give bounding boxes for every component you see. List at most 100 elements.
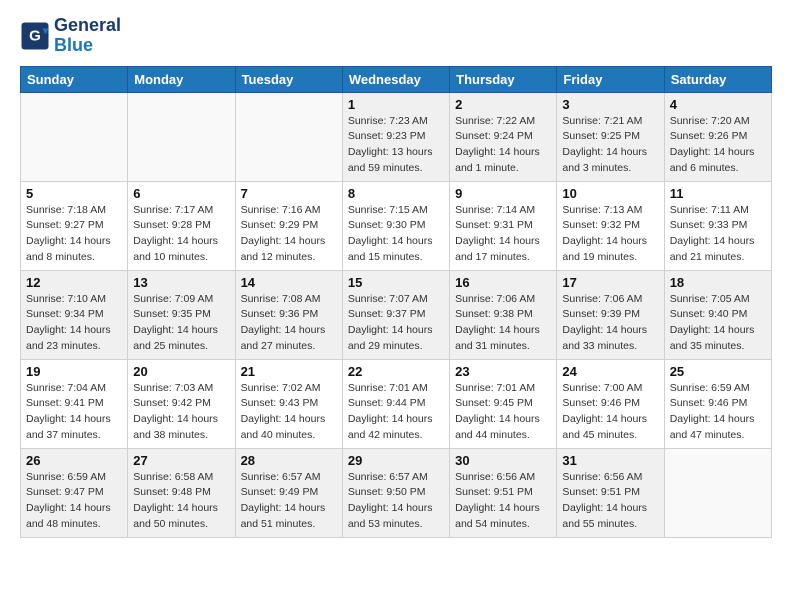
calendar-week-4: 19Sunrise: 7:04 AM Sunset: 9:41 PM Dayli…: [21, 359, 772, 448]
weekday-header-friday: Friday: [557, 66, 664, 92]
day-info: Sunrise: 7:22 AM Sunset: 9:24 PM Dayligh…: [455, 114, 551, 177]
calendar-cell: 28Sunrise: 6:57 AM Sunset: 9:49 PM Dayli…: [235, 448, 342, 537]
day-info: Sunrise: 6:58 AM Sunset: 9:48 PM Dayligh…: [133, 470, 229, 533]
day-info: Sunrise: 7:01 AM Sunset: 9:44 PM Dayligh…: [348, 381, 444, 444]
weekday-header-sunday: Sunday: [21, 66, 128, 92]
calendar-cell: 11 Sunrise: 7:11 AM Sunset: 9:33 PM Dayli…: [664, 181, 771, 270]
calendar-cell: 6 Sunrise: 7:17 AM Sunset: 9:28 PM Daylig…: [128, 181, 235, 270]
day-number: 13: [133, 275, 229, 290]
calendar-cell: 18Sunrise: 7:05 AM Sunset: 9:40 PM Dayli…: [664, 270, 771, 359]
day-info: Sunrise: 7:14 AM Sunset: 9:31 PM Dayligh…: [455, 203, 551, 266]
calendar-cell: 23 Sunrise: 7:01 AM Sunset: 9:45 PM Dayli…: [450, 359, 557, 448]
day-number: 6: [133, 186, 229, 201]
calendar-cell: 30 Sunrise: 6:56 AM Sunset: 9:51 PM Dayli…: [450, 448, 557, 537]
day-info: Sunrise: 7:03 AM Sunset: 9:42 PM Dayligh…: [133, 381, 229, 444]
calendar-cell: 5 Sunrise: 7:18 AM Sunset: 9:27 PM Daylig…: [21, 181, 128, 270]
day-info: Sunrise: 7:00 AM Sunset: 9:46 PM Dayligh…: [562, 381, 658, 444]
calendar-cell: 16 Sunrise: 7:06 AM Sunset: 9:38 PM Dayli…: [450, 270, 557, 359]
day-info: Sunrise: 6:59 AM Sunset: 9:47 PM Dayligh…: [26, 470, 122, 533]
calendar-cell: 27 Sunrise: 6:58 AM Sunset: 9:48 PM Dayli…: [128, 448, 235, 537]
day-number: 14: [241, 275, 337, 290]
calendar-cell: 7Sunrise: 7:16 AM Sunset: 9:29 PM Daylig…: [235, 181, 342, 270]
day-info: Sunrise: 6:56 AM Sunset: 9:51 PM Dayligh…: [562, 470, 658, 533]
calendar-cell: [128, 92, 235, 181]
calendar-cell: [664, 448, 771, 537]
day-number: 9: [455, 186, 551, 201]
calendar-cell: 8 Sunrise: 7:15 AM Sunset: 9:30 PM Daylig…: [342, 181, 449, 270]
weekday-header-saturday: Saturday: [664, 66, 771, 92]
day-info: Sunrise: 7:17 AM Sunset: 9:28 PM Dayligh…: [133, 203, 229, 266]
calendar-cell: 14Sunrise: 7:08 AM Sunset: 9:36 PM Dayli…: [235, 270, 342, 359]
day-info: Sunrise: 7:07 AM Sunset: 9:37 PM Dayligh…: [348, 292, 444, 355]
day-number: 26: [26, 453, 122, 468]
day-info: Sunrise: 6:56 AM Sunset: 9:51 PM Dayligh…: [455, 470, 551, 533]
calendar-cell: 2 Sunrise: 7:22 AM Sunset: 9:24 PM Daylig…: [450, 92, 557, 181]
calendar-cell: 9 Sunrise: 7:14 AM Sunset: 9:31 PM Daylig…: [450, 181, 557, 270]
calendar-cell: 24 Sunrise: 7:00 AM Sunset: 9:46 PM Dayli…: [557, 359, 664, 448]
day-number: 12: [26, 275, 122, 290]
logo-text: General Blue: [54, 16, 121, 56]
svg-text:G: G: [29, 27, 41, 44]
day-info: Sunrise: 7:13 AM Sunset: 9:32 PM Dayligh…: [562, 203, 658, 266]
calendar-cell: 31 Sunrise: 6:56 AM Sunset: 9:51 PM Dayli…: [557, 448, 664, 537]
logo: G General Blue: [20, 16, 121, 56]
calendar-cell: 10 Sunrise: 7:13 AM Sunset: 9:32 PM Dayli…: [557, 181, 664, 270]
calendar-week-3: 12Sunrise: 7:10 AM Sunset: 9:34 PM Dayli…: [21, 270, 772, 359]
day-number: 20: [133, 364, 229, 379]
day-number: 15: [348, 275, 444, 290]
day-number: 1: [348, 97, 444, 112]
calendar-cell: 13Sunrise: 7:09 AM Sunset: 9:35 PM Dayli…: [128, 270, 235, 359]
day-number: 10: [562, 186, 658, 201]
weekday-header-wednesday: Wednesday: [342, 66, 449, 92]
day-info: Sunrise: 7:15 AM Sunset: 9:30 PM Dayligh…: [348, 203, 444, 266]
calendar-page: G General Blue SundayMondayTuesdayWednes…: [0, 0, 792, 558]
day-info: Sunrise: 7:18 AM Sunset: 9:27 PM Dayligh…: [26, 203, 122, 266]
logo-icon: G: [20, 21, 50, 51]
calendar-week-1: 1 Sunrise: 7:23 AM Sunset: 9:23 PM Daylig…: [21, 92, 772, 181]
weekday-header-thursday: Thursday: [450, 66, 557, 92]
day-info: Sunrise: 7:04 AM Sunset: 9:41 PM Dayligh…: [26, 381, 122, 444]
day-number: 23: [455, 364, 551, 379]
day-number: 16: [455, 275, 551, 290]
day-info: Sunrise: 7:01 AM Sunset: 9:45 PM Dayligh…: [455, 381, 551, 444]
calendar-cell: 17 Sunrise: 7:06 AM Sunset: 9:39 PM Dayli…: [557, 270, 664, 359]
calendar-cell: 22Sunrise: 7:01 AM Sunset: 9:44 PM Dayli…: [342, 359, 449, 448]
day-number: 24: [562, 364, 658, 379]
day-number: 30: [455, 453, 551, 468]
day-info: Sunrise: 7:06 AM Sunset: 9:38 PM Dayligh…: [455, 292, 551, 355]
calendar-cell: 26 Sunrise: 6:59 AM Sunset: 9:47 PM Dayli…: [21, 448, 128, 537]
day-info: Sunrise: 7:21 AM Sunset: 9:25 PM Dayligh…: [562, 114, 658, 177]
day-info: Sunrise: 7:20 AM Sunset: 9:26 PM Dayligh…: [670, 114, 766, 177]
calendar-cell: 29Sunrise: 6:57 AM Sunset: 9:50 PM Dayli…: [342, 448, 449, 537]
calendar-week-2: 5 Sunrise: 7:18 AM Sunset: 9:27 PM Daylig…: [21, 181, 772, 270]
day-info: Sunrise: 7:06 AM Sunset: 9:39 PM Dayligh…: [562, 292, 658, 355]
weekday-header-tuesday: Tuesday: [235, 66, 342, 92]
day-number: 8: [348, 186, 444, 201]
weekday-header-row: SundayMondayTuesdayWednesdayThursdayFrid…: [21, 66, 772, 92]
calendar-cell: 20 Sunrise: 7:03 AM Sunset: 9:42 PM Dayli…: [128, 359, 235, 448]
day-info: Sunrise: 7:23 AM Sunset: 9:23 PM Dayligh…: [348, 114, 444, 177]
calendar-week-5: 26 Sunrise: 6:59 AM Sunset: 9:47 PM Dayli…: [21, 448, 772, 537]
day-number: 21: [241, 364, 337, 379]
weekday-header-monday: Monday: [128, 66, 235, 92]
header: G General Blue: [20, 16, 772, 56]
day-number: 11: [670, 186, 766, 201]
day-number: 5: [26, 186, 122, 201]
day-number: 29: [348, 453, 444, 468]
calendar-cell: 12Sunrise: 7:10 AM Sunset: 9:34 PM Dayli…: [21, 270, 128, 359]
calendar-cell: 15 Sunrise: 7:07 AM Sunset: 9:37 PM Dayli…: [342, 270, 449, 359]
day-number: 25: [670, 364, 766, 379]
calendar-cell: 21Sunrise: 7:02 AM Sunset: 9:43 PM Dayli…: [235, 359, 342, 448]
day-number: 7: [241, 186, 337, 201]
day-number: 31: [562, 453, 658, 468]
day-number: 4: [670, 97, 766, 112]
calendar-cell: [21, 92, 128, 181]
calendar-cell: 25Sunrise: 6:59 AM Sunset: 9:46 PM Dayli…: [664, 359, 771, 448]
day-info: Sunrise: 7:05 AM Sunset: 9:40 PM Dayligh…: [670, 292, 766, 355]
calendar-cell: 1 Sunrise: 7:23 AM Sunset: 9:23 PM Daylig…: [342, 92, 449, 181]
day-number: 2: [455, 97, 551, 112]
calendar-table: SundayMondayTuesdayWednesdayThursdayFrid…: [20, 66, 772, 538]
day-number: 17: [562, 275, 658, 290]
day-number: 27: [133, 453, 229, 468]
day-info: Sunrise: 7:11 AM Sunset: 9:33 PM Dayligh…: [670, 203, 766, 266]
